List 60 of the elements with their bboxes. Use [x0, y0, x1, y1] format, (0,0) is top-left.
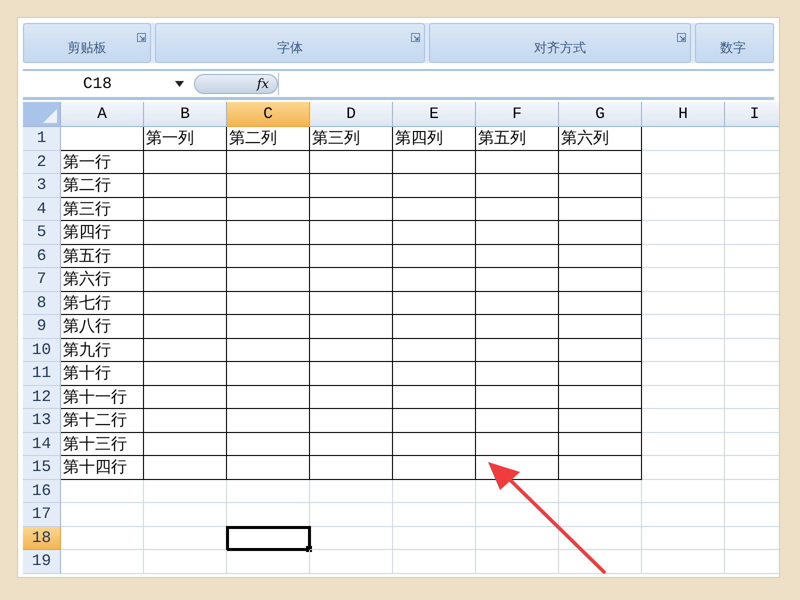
row-header[interactable]: 19 [23, 550, 61, 574]
table-cell: 第十四行 [61, 456, 144, 480]
table-cell: 第七行 [61, 292, 144, 315]
table-cell: 第十二行 [61, 409, 144, 432]
row-header[interactable]: 10 [23, 338, 61, 362]
table-cell: 第五行 [61, 244, 144, 268]
table-cell: 第六行 [61, 268, 144, 292]
group-label: 剪贴板 [68, 40, 106, 57]
active-cell[interactable] [227, 526, 310, 550]
row-header[interactable]: 11 [23, 362, 61, 386]
column-header[interactable]: D [310, 102, 393, 127]
row-header[interactable]: 6 [23, 244, 61, 268]
table-cell: 第九行 [61, 338, 144, 362]
row-header[interactable]: 15 [23, 456, 61, 480]
row-header[interactable]: 13 [23, 409, 61, 432]
column-header[interactable]: F [476, 102, 559, 127]
row-header[interactable]: 4 [23, 198, 61, 221]
table-cell: 第三列 [310, 127, 393, 150]
row-header[interactable]: 18 [23, 526, 61, 550]
group-label: 字体 [277, 40, 303, 57]
name-box[interactable]: C18 [23, 75, 171, 93]
row-header[interactable]: 7 [23, 268, 61, 292]
row-header[interactable]: 8 [23, 292, 61, 315]
column-header[interactable]: I [725, 102, 779, 127]
dialog-launcher-icon[interactable] [137, 33, 146, 42]
table-cell: 第十三行 [61, 432, 144, 456]
column-header[interactable]: A [61, 102, 144, 127]
corner-triangle-icon [43, 109, 57, 123]
formula-button[interactable]: fx [194, 74, 278, 94]
table-cell: 第十一行 [61, 386, 144, 409]
table-cell: 第三行 [61, 198, 144, 221]
column-header[interactable]: G [559, 102, 642, 127]
column-header[interactable]: H [642, 102, 725, 127]
row-header[interactable]: 1 [23, 127, 61, 150]
row-header[interactable]: 9 [23, 315, 61, 338]
row-header[interactable]: 12 [23, 386, 61, 409]
table-cell: 第二列 [227, 127, 310, 150]
dropdown-caret-icon[interactable] [175, 81, 184, 87]
group-label: 对齐方式 [534, 40, 586, 57]
table-cell: 第四列 [393, 127, 476, 150]
table-cell: 第一列 [144, 127, 227, 150]
row-header[interactable]: 17 [23, 503, 61, 526]
dialog-launcher-icon[interactable] [411, 33, 420, 42]
table-cell: 第八行 [61, 315, 144, 338]
table-cell: 第二行 [61, 174, 144, 198]
column-header[interactable]: C [227, 102, 310, 127]
row-header[interactable]: 5 [23, 221, 61, 244]
row-header[interactable]: 16 [23, 480, 61, 503]
dialog-launcher-icon[interactable] [677, 33, 686, 42]
row-header[interactable]: 3 [23, 174, 61, 198]
row-header[interactable]: 2 [23, 150, 61, 174]
table-cell: 第六列 [559, 127, 642, 150]
row-header[interactable]: 14 [23, 432, 61, 456]
column-header[interactable]: B [144, 102, 227, 127]
column-header[interactable]: E [393, 102, 476, 127]
table-cell: 第四行 [61, 221, 144, 244]
table-cell: 第五列 [476, 127, 559, 150]
group-label: 数字 [720, 40, 746, 57]
table-cell: 第十行 [61, 362, 144, 386]
table-cell: 第一行 [61, 150, 144, 174]
